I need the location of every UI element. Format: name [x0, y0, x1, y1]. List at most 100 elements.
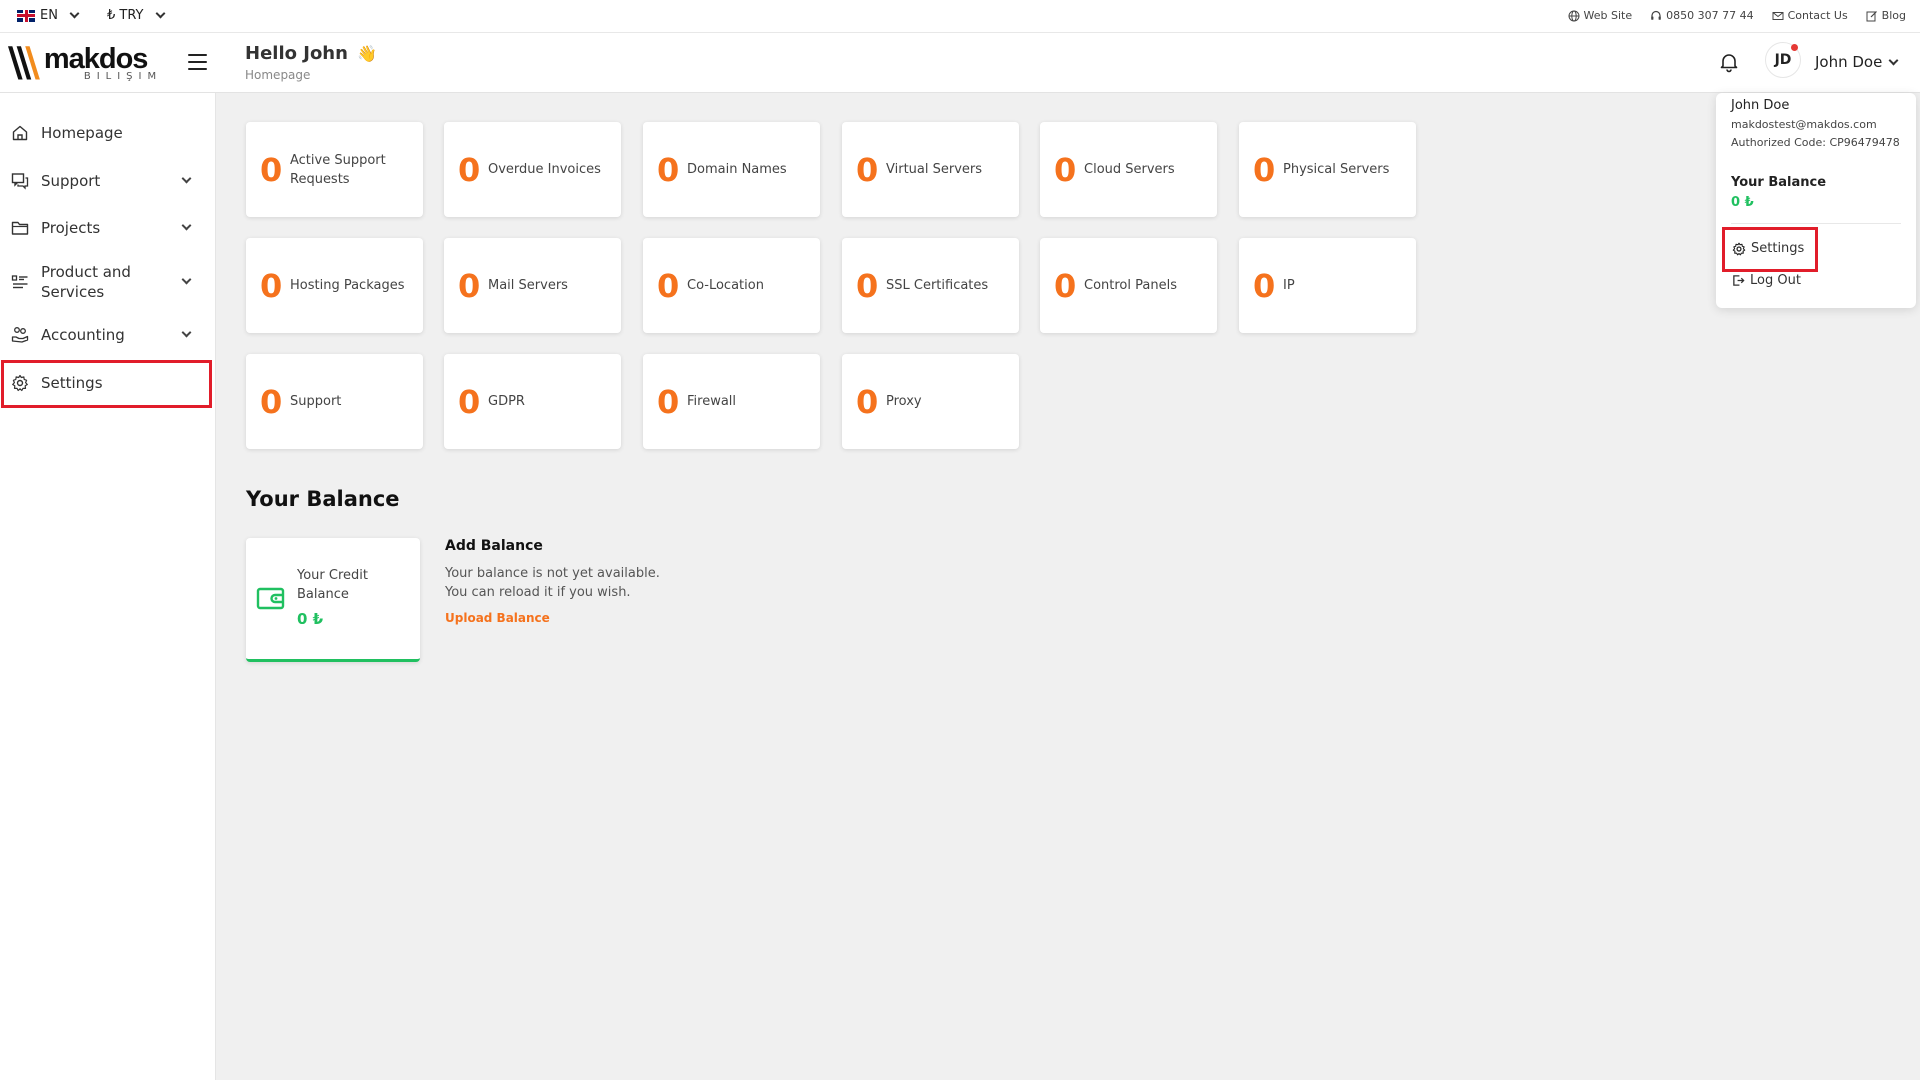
blog-link[interactable]: Blog [1866, 9, 1906, 22]
mail-icon [1772, 11, 1784, 20]
chevron-down-icon [181, 220, 192, 231]
stat-card-mail-servers[interactable]: 0 Mail Servers [444, 238, 621, 333]
greeting-text: Hello John [245, 43, 348, 64]
currency-selector[interactable]: ₺ TRY [107, 8, 165, 23]
dropdown-settings-item[interactable]: Settings [1732, 241, 1804, 256]
dropdown-logout-item[interactable]: Log Out [1732, 273, 1801, 288]
edit-icon [1866, 10, 1877, 21]
sidebar-item-label: Settings [41, 374, 103, 392]
add-balance-title: Add Balance [445, 538, 543, 554]
logo-sub: BILIŞIM [83, 70, 163, 82]
sidebar-item-label: Homepage [41, 124, 123, 142]
website-link[interactable]: Web Site [1568, 9, 1632, 22]
contact-link-label: Contact Us [1787, 9, 1848, 22]
blog-link-label: Blog [1881, 9, 1906, 22]
stat-card-cloud-servers[interactable]: 0 Cloud Servers [1040, 122, 1217, 217]
globe-icon [1568, 10, 1579, 21]
add-balance-desc-line-2: You can reload it if you wish. [445, 585, 631, 600]
sidebar-item-product-and-services[interactable]: Product and Services [0, 261, 216, 303]
stat-value: 0 [260, 266, 283, 305]
makdos-logo[interactable]: \\\ makdos BILIŞIM [8, 43, 162, 83]
avatar-initials: JD [1774, 52, 1792, 68]
stat-value: 0 [1054, 266, 1077, 305]
dropdown-logout-label: Log Out [1750, 273, 1801, 288]
phone-link-label: 0850 307 77 44 [1666, 9, 1754, 22]
credit-balance-card: Your Credit Balance 0 ₺ [246, 538, 420, 662]
dropdown-authorized-code: Authorized Code: CP96479478 [1731, 136, 1900, 149]
sidebar-item-homepage[interactable]: Homepage [0, 123, 216, 143]
stat-card-co-location[interactable]: 0 Co-Location [643, 238, 820, 333]
home-icon [12, 125, 28, 141]
contact-link[interactable]: Contact Us [1772, 9, 1848, 22]
menu-toggle-icon[interactable] [188, 54, 207, 70]
chevron-down-icon [155, 8, 165, 19]
avatar[interactable]: JD [1765, 42, 1801, 78]
stat-card-ssl-certificates[interactable]: 0 SSL Certificates [842, 238, 1019, 333]
stat-label: Overdue Invoices [488, 162, 601, 177]
header: \\\ makdos BILIŞIM Hello John 👋 Homepage… [0, 33, 1920, 93]
stat-value: 0 [458, 266, 481, 305]
upload-balance-link[interactable]: Upload Balance [445, 611, 550, 625]
chevron-down-icon [181, 274, 192, 285]
stat-value: 0 [1253, 150, 1276, 189]
stat-card-gdpr[interactable]: 0 GDPR [444, 354, 621, 449]
user-dropdown-menu: John Doe makdostest@makdos.com Authorize… [1716, 93, 1916, 308]
stat-value: 0 [657, 150, 680, 189]
sidebar-item-support[interactable]: Support [0, 171, 216, 191]
top-links: Web Site 0850 307 77 44 Contact Us Blog [1568, 9, 1906, 22]
stat-card-domain-names[interactable]: 0 Domain Names [643, 122, 820, 217]
language-label: EN [40, 8, 58, 23]
user-menu-toggle[interactable]: John Doe [1815, 53, 1899, 71]
stat-value: 0 [1054, 150, 1077, 189]
stat-card-active-support-requests[interactable]: 0 Active Support Requests [246, 122, 423, 217]
notification-bell-icon[interactable] [1718, 51, 1740, 73]
add-balance-desc-line-1: Your balance is not yet available. [445, 566, 660, 581]
stat-label: Co-Location [687, 278, 764, 293]
headset-icon [1651, 10, 1661, 20]
user-name: John Doe [1815, 53, 1883, 71]
sidebar: Homepage Support Projects Product and Se… [0, 93, 216, 1080]
stat-card-firewall[interactable]: 0 Firewall [643, 354, 820, 449]
stat-card-virtual-servers[interactable]: 0 Virtual Servers [842, 122, 1019, 217]
stat-label: Active Support Requests [290, 152, 386, 187]
stat-label: GDPR [488, 394, 525, 409]
chevron-down-icon [69, 8, 80, 19]
gear-icon [12, 374, 28, 392]
stat-value: 0 [1253, 266, 1276, 305]
stat-value: 0 [657, 382, 680, 421]
stat-card-proxy[interactable]: 0 Proxy [842, 354, 1019, 449]
stat-label: Proxy [886, 394, 922, 409]
chevron-down-icon [1888, 55, 1899, 65]
uk-flag-icon [17, 9, 35, 22]
stat-card-control-panels[interactable]: 0 Control Panels [1040, 238, 1217, 333]
add-balance-panel: Add Balance Your balance is not yet avai… [445, 538, 660, 626]
stat-card-physical-servers[interactable]: 0 Physical Servers [1239, 122, 1416, 217]
stat-card-overdue-invoices[interactable]: 0 Overdue Invoices [444, 122, 621, 217]
stat-value: 0 [856, 382, 879, 421]
list-icon [11, 275, 28, 289]
sidebar-item-projects[interactable]: Projects [0, 218, 216, 238]
stat-label: Mail Servers [488, 278, 568, 293]
stat-card-ip[interactable]: 0 IP [1239, 238, 1416, 333]
stat-card-hosting-packages[interactable]: 0 Hosting Packages [246, 238, 423, 333]
phone-link[interactable]: 0850 307 77 44 [1650, 9, 1754, 22]
stat-card-support[interactable]: 0 Support [246, 354, 423, 449]
dropdown-settings-label: Settings [1751, 241, 1805, 256]
sidebar-item-settings[interactable]: Settings [0, 373, 216, 393]
chevron-down-icon [181, 173, 192, 184]
stat-label: Firewall [687, 394, 737, 409]
stat-label: Control Panels [1084, 278, 1177, 293]
language-selector[interactable]: EN [17, 8, 80, 23]
dropdown-balance-title: Your Balance [1731, 175, 1827, 190]
coins-hand-icon [11, 327, 29, 343]
wave-emoji: 👋 [357, 44, 377, 63]
chevron-down-icon [181, 327, 192, 338]
stat-label: IP [1283, 278, 1295, 293]
folder-icon [11, 221, 29, 235]
sidebar-item-label: Support [41, 172, 101, 190]
stat-value: 0 [458, 382, 481, 421]
stat-label: Domain Names [687, 162, 787, 177]
stat-value: 0 [260, 150, 283, 189]
sidebar-item-accounting[interactable]: Accounting [0, 325, 216, 345]
stat-value: 0 [458, 150, 481, 189]
